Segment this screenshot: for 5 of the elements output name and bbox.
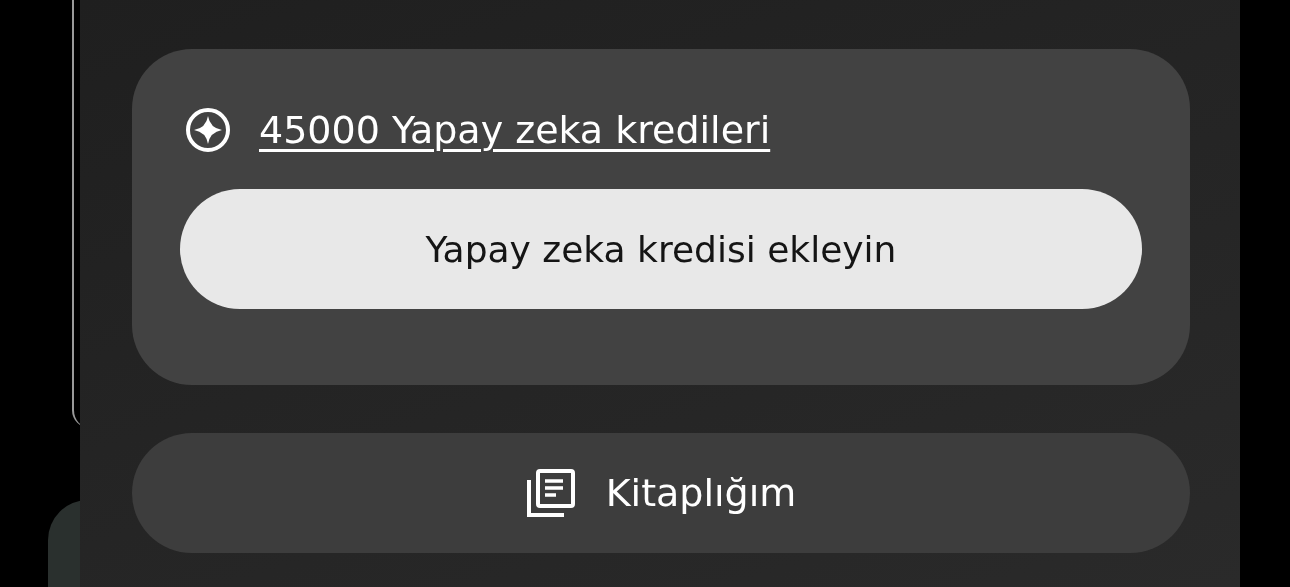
add-credits-button[interactable]: Yapay zeka kredisi ekleyin (180, 189, 1142, 309)
library-icon (525, 468, 576, 518)
sparkle-icon (185, 107, 231, 153)
library-button[interactable]: Kitaplığım (132, 433, 1190, 553)
credits-link[interactable]: 45000 Yapay zeka kredileri (259, 108, 771, 152)
